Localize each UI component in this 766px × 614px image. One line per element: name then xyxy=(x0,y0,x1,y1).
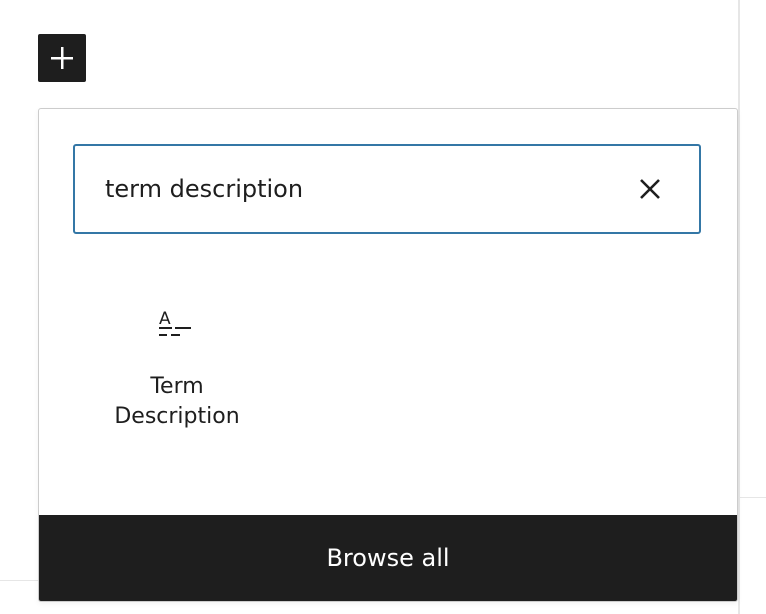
sidebar-divider xyxy=(738,0,740,614)
clear-search-button[interactable] xyxy=(621,160,679,218)
block-search-input[interactable] xyxy=(75,146,621,232)
svg-text:A: A xyxy=(159,309,171,329)
editor-canvas: A Term Description Browse all xyxy=(0,0,766,614)
term-description-icon: A xyxy=(153,300,201,348)
sidebar-row-divider xyxy=(740,497,766,498)
search-results-list: A Term Description xyxy=(39,234,737,514)
browse-all-button[interactable]: Browse all xyxy=(39,515,737,601)
block-item-term-description[interactable]: A Term Description xyxy=(99,282,255,452)
block-search-field xyxy=(73,144,701,234)
block-inserter-popover: A Term Description Browse all xyxy=(38,108,738,602)
block-item-title: Term Description xyxy=(114,374,240,429)
canvas-bottom-divider xyxy=(0,580,40,581)
plus-icon xyxy=(51,47,73,69)
block-inserter-toggle-button[interactable] xyxy=(38,34,86,82)
browse-all-label: Browse all xyxy=(326,544,450,572)
close-icon xyxy=(640,179,660,199)
